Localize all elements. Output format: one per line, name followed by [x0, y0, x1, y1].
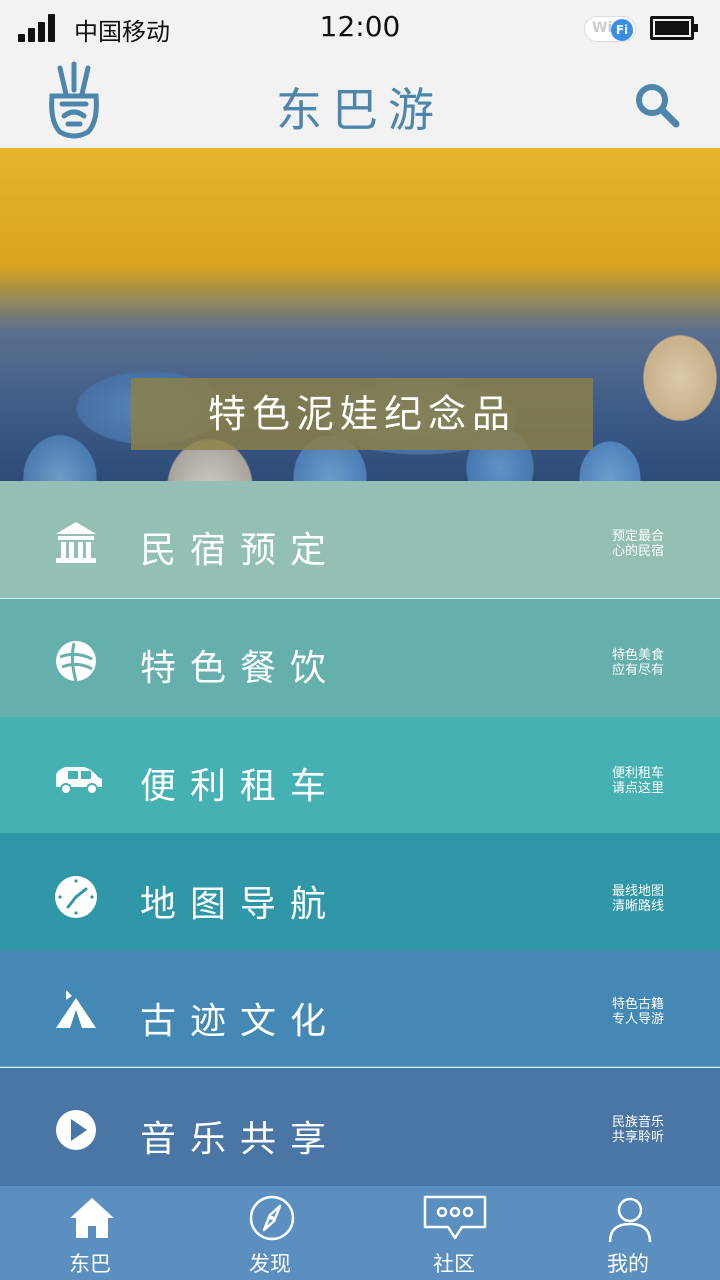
- banner-image[interactable]: 特色泥娃纪念品: [0, 148, 720, 481]
- menu-item-food[interactable]: 特色餐饮 特色美食 应有尽有: [0, 599, 720, 717]
- menu-subtitle-line: 专人导游: [612, 1012, 665, 1027]
- menu-subtitle-line: 请点这里: [612, 781, 665, 796]
- battery-icon: [650, 16, 698, 40]
- compass-icon: [249, 1195, 295, 1241]
- status-bar: 中国移动 12:00 Wi Fi: [0, 0, 720, 56]
- chat-icon: [423, 1195, 487, 1240]
- app-header: 东巴游: [0, 56, 720, 148]
- tab-home[interactable]: 东巴: [30, 1186, 150, 1280]
- tent-icon: [56, 990, 96, 1028]
- building-icon: [56, 522, 96, 563]
- clock-icon: [55, 876, 97, 918]
- menu-subtitle: 最线地图 清晰路线: [612, 884, 682, 914]
- menu-item-car-rental[interactable]: 便利租车 便利租车 请点这里: [0, 717, 720, 833]
- search-icon[interactable]: [632, 80, 682, 130]
- menu-item-music[interactable]: 音乐共享 民族音乐 共享聆听: [0, 1068, 720, 1186]
- bottom-tab-bar: 东巴 发现 社区 我的: [0, 1186, 720, 1280]
- menu-subtitle-line: 特色美食: [612, 648, 665, 663]
- menu-label: 便利租车: [140, 766, 341, 807]
- menu-subtitle-line: 民族音乐: [612, 1115, 665, 1130]
- car-icon: [56, 767, 102, 795]
- menu-label: 特色餐饮: [140, 648, 341, 689]
- menu-label: 音乐共享: [140, 1119, 341, 1160]
- play-icon: [56, 1110, 96, 1150]
- wifi-badge: Fi: [611, 19, 633, 41]
- menu-subtitle-line: 共享聆听: [612, 1130, 665, 1145]
- home-icon: [70, 1198, 114, 1238]
- menu-item-culture[interactable]: 古迹文化 特色古籍 专人导游: [0, 950, 720, 1067]
- wifi-text: Wi: [592, 20, 613, 36]
- menu-subtitle: 民族音乐 共享聆听: [612, 1115, 682, 1145]
- tab-label: 东巴: [69, 1252, 111, 1276]
- menu-subtitle: 特色古籍 专人导游: [612, 997, 682, 1027]
- menu-subtitle-line: 心的民宿: [612, 544, 665, 559]
- food-icon: [56, 641, 96, 682]
- menu-item-map[interactable]: 地图导航 最线地图 清晰路线: [0, 833, 720, 950]
- menu-subtitle: 预定最合 心的民宿: [612, 529, 682, 559]
- menu-subtitle: 特色美食 应有尽有: [612, 648, 682, 678]
- tab-label: 社区: [433, 1252, 475, 1276]
- menu-subtitle-line: 应有尽有: [612, 663, 665, 678]
- app-title: 东巴游: [276, 83, 444, 137]
- tab-community[interactable]: 社区: [394, 1186, 514, 1280]
- user-icon: [608, 1197, 652, 1243]
- menu-subtitle-line: 便利租车: [612, 766, 665, 781]
- tab-label: 发现: [249, 1252, 291, 1276]
- menu-subtitle-line: 清晰路线: [612, 899, 665, 914]
- menu-label: 古迹文化: [140, 1001, 341, 1042]
- menu-label: 民宿预定: [140, 530, 341, 571]
- menu-subtitle-line: 预定最合: [612, 529, 665, 544]
- menu-label: 地图导航: [140, 884, 341, 925]
- tab-discover[interactable]: 发现: [210, 1186, 330, 1280]
- tab-label: 我的: [607, 1252, 649, 1276]
- menu-subtitle-line: 最线地图: [612, 884, 665, 899]
- tab-profile[interactable]: 我的: [568, 1186, 688, 1280]
- menu-item-homestay[interactable]: 民宿预定 预定最合 心的民宿: [0, 481, 720, 599]
- banner-caption: 特色泥娃纪念品: [131, 378, 593, 450]
- menu-subtitle-line: 特色古籍: [612, 997, 665, 1012]
- menu-subtitle: 便利租车 请点这里: [612, 766, 682, 796]
- wifi-icon: Wi Fi: [584, 16, 636, 42]
